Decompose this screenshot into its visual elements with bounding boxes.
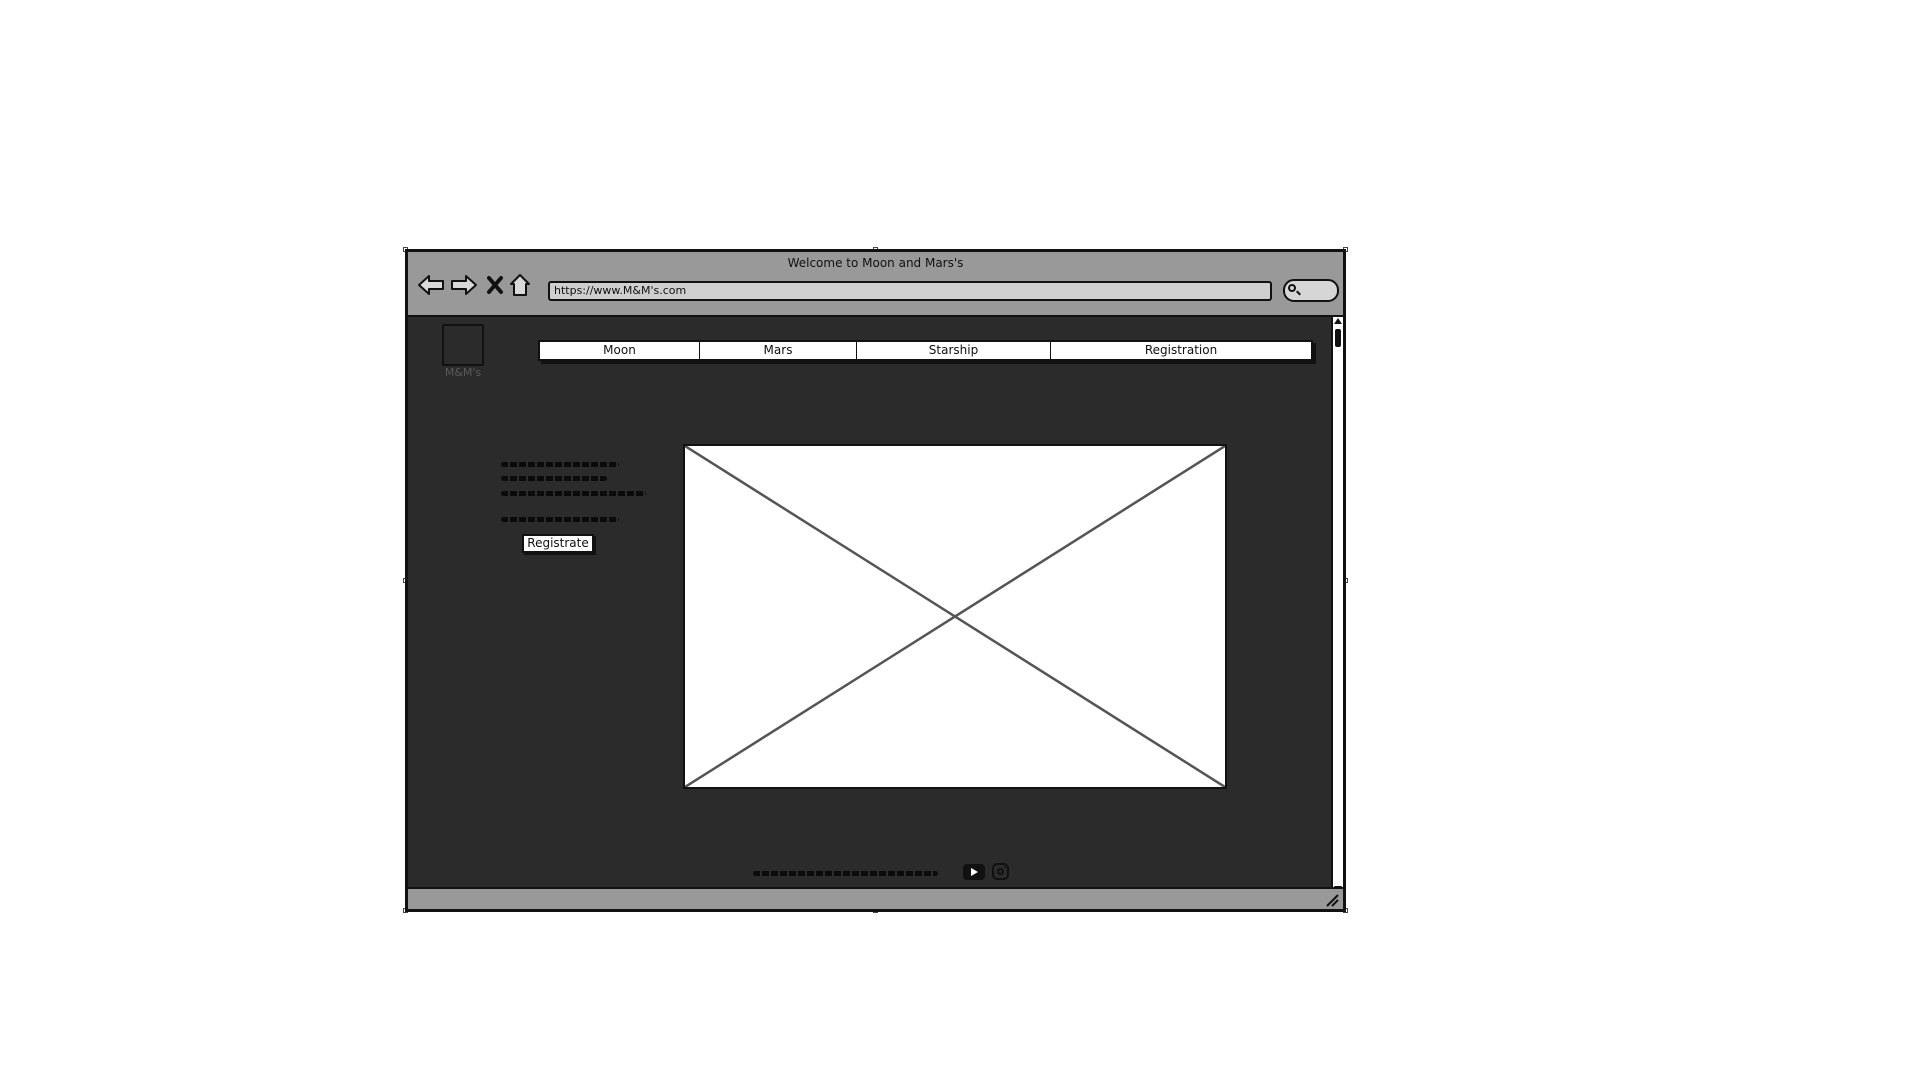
logo-image[interactable] — [442, 324, 484, 366]
registrate-button[interactable]: Registrate — [522, 534, 594, 553]
image-placeholder — [683, 444, 1227, 789]
menu-item-registration[interactable]: Registration — [1051, 342, 1311, 359]
search-icon — [1288, 284, 1296, 292]
status-bar — [408, 887, 1343, 909]
placeholder-text-line — [501, 476, 607, 481]
address-bar[interactable]: https://www.M&M's.com — [548, 281, 1272, 301]
vertical-scrollbar[interactable] — [1331, 317, 1343, 893]
window-title: Welcome to Moon and Mars's — [787, 256, 964, 270]
back-arrow-icon[interactable] — [416, 270, 446, 300]
logo-label: M&M's — [444, 366, 482, 379]
browser-window: Welcome to Moon and Mars's https://www.M… — [405, 249, 1346, 912]
youtube-icon[interactable] — [963, 864, 985, 880]
footer — [408, 862, 1343, 884]
placeholder-text-line — [501, 462, 619, 467]
home-icon[interactable] — [505, 270, 535, 300]
placeholder-text-line — [501, 491, 646, 496]
menu-item-moon[interactable]: Moon — [540, 342, 700, 359]
footer-text-line — [753, 871, 938, 876]
browser-toolbar: Welcome to Moon and Mars's https://www.M… — [408, 252, 1343, 317]
scroll-thumb[interactable] — [1335, 329, 1341, 347]
main-menu: Moon Mars Starship Registration — [538, 340, 1313, 361]
resize-grip-icon[interactable] — [1325, 893, 1339, 907]
placeholder-text-line — [501, 517, 619, 522]
scroll-up-arrow-icon[interactable] — [1334, 318, 1342, 324]
search-button[interactable] — [1283, 279, 1339, 302]
menu-item-mars[interactable]: Mars — [700, 342, 857, 359]
menu-item-starship[interactable]: Starship — [857, 342, 1051, 359]
forward-arrow-icon[interactable] — [449, 270, 479, 300]
instagram-icon[interactable] — [992, 863, 1009, 880]
